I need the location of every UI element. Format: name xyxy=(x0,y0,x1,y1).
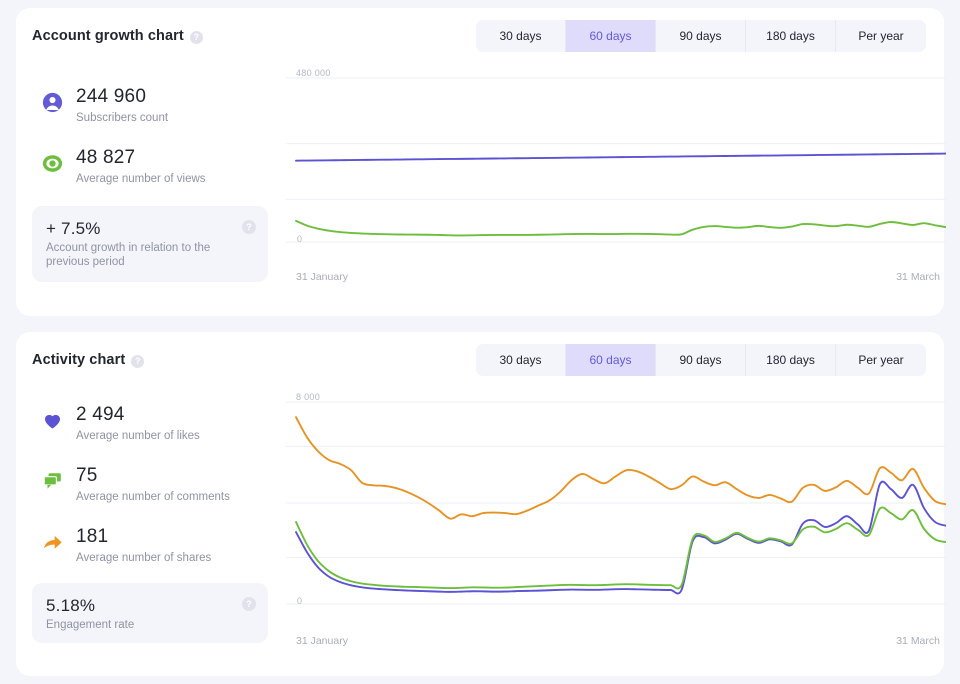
card-header: Activity chart ? 30 days 60 days 90 days… xyxy=(16,332,944,388)
stat-likes: 2 494 Average number of likes xyxy=(32,404,268,443)
y-axis-bottom-label: 0 xyxy=(297,596,303,606)
analytics-page: Account growth chart ? 30 days 60 days 9… xyxy=(0,0,960,684)
chart-column: 480 000 0 31 January 31 March xyxy=(268,64,946,283)
stats-column: 244 960 Subscribers count 48 827 Average… xyxy=(32,64,268,283)
stat-label: Average number of views xyxy=(76,173,206,185)
stat-value: 2 494 xyxy=(76,404,125,425)
tab-30-days[interactable]: 30 days xyxy=(476,20,566,52)
y-axis-top-label: 8 000 xyxy=(296,392,321,402)
eye-icon xyxy=(41,152,63,174)
chart-canvas xyxy=(286,77,946,243)
heart-icon xyxy=(41,409,63,431)
page-title: Activity chart xyxy=(32,352,126,368)
page-title: Account growth chart xyxy=(32,28,184,44)
period-tabs[interactable]: 30 days 60 days 90 days 180 days Per yea… xyxy=(476,20,926,52)
tab-per-year[interactable]: Per year xyxy=(836,20,926,52)
help-icon[interactable]: ? xyxy=(131,354,145,368)
chart-date-row: 31 January 31 March xyxy=(286,635,946,647)
tab-30-days[interactable]: 30 days xyxy=(476,344,566,376)
activity-chart: 8 000 0 xyxy=(286,388,946,628)
help-icon[interactable]: ? xyxy=(242,220,256,234)
comment-icon xyxy=(41,470,63,492)
date-start-label: 31 January xyxy=(296,635,348,647)
engagement-label: Engagement rate xyxy=(46,619,135,631)
tab-180-days[interactable]: 180 days xyxy=(746,344,836,376)
growth-value: + 7.5% xyxy=(46,219,101,238)
tab-90-days[interactable]: 90 days xyxy=(656,344,746,376)
y-axis-bottom-label: 0 xyxy=(297,234,303,244)
stat-subscribers: 244 960 Subscribers count xyxy=(32,86,268,125)
share-icon xyxy=(41,531,63,553)
account-growth-card: Account growth chart ? 30 days 60 days 9… xyxy=(16,8,946,316)
growth-label: Account growth in relation to the previo… xyxy=(46,242,211,268)
tab-60-days[interactable]: 60 days xyxy=(566,344,656,376)
activity-card: Activity chart ? 30 days 60 days 90 days… xyxy=(16,332,946,676)
tab-60-days[interactable]: 60 days xyxy=(566,20,656,52)
card-header: Account growth chart ? 30 days 60 days 9… xyxy=(16,8,944,64)
card-body: 244 960 Subscribers count 48 827 Average… xyxy=(16,64,946,283)
chart-date-row: 31 January 31 March xyxy=(286,271,946,283)
stat-label: Subscribers count xyxy=(76,112,169,124)
date-start-label: 31 January xyxy=(296,271,348,283)
stat-shares: 181 Average number of shares xyxy=(32,526,268,565)
stat-value: 48 827 xyxy=(76,147,136,168)
stat-value: 244 960 xyxy=(76,86,147,107)
help-icon[interactable]: ? xyxy=(242,597,256,611)
stat-views: 48 827 Average number of views xyxy=(32,147,268,186)
stat-label: Average number of shares xyxy=(76,552,212,564)
tab-per-year[interactable]: Per year xyxy=(836,344,926,376)
help-icon[interactable]: ? xyxy=(189,30,203,44)
growth-highlight-box: + 7.5% Account growth in relation to the… xyxy=(32,206,268,282)
chart-column: 8 000 0 31 January 31 March xyxy=(268,388,946,647)
engagement-highlight-box: 5.18% Engagement rate ? xyxy=(32,583,268,643)
stats-column: 2 494 Average number of likes 75 Average… xyxy=(32,388,268,647)
tab-180-days[interactable]: 180 days xyxy=(746,20,836,52)
date-end-label: 31 March xyxy=(896,635,940,647)
stat-label: Average number of comments xyxy=(76,491,230,503)
stat-comments: 75 Average number of comments xyxy=(32,465,268,504)
user-icon xyxy=(41,91,63,113)
stat-value: 75 xyxy=(76,465,98,486)
date-end-label: 31 March xyxy=(896,271,940,283)
y-axis-top-label: 480 000 xyxy=(296,68,331,78)
period-tabs[interactable]: 30 days 60 days 90 days 180 days Per yea… xyxy=(476,344,926,376)
tab-90-days[interactable]: 90 days xyxy=(656,20,746,52)
chart-canvas xyxy=(286,401,946,605)
card-body: 2 494 Average number of likes 75 Average… xyxy=(16,388,946,647)
engagement-value: 5.18% xyxy=(46,596,96,615)
stat-label: Average number of likes xyxy=(76,430,200,442)
account-growth-chart: 480 000 0 xyxy=(286,64,946,264)
stat-value: 181 xyxy=(76,526,109,547)
